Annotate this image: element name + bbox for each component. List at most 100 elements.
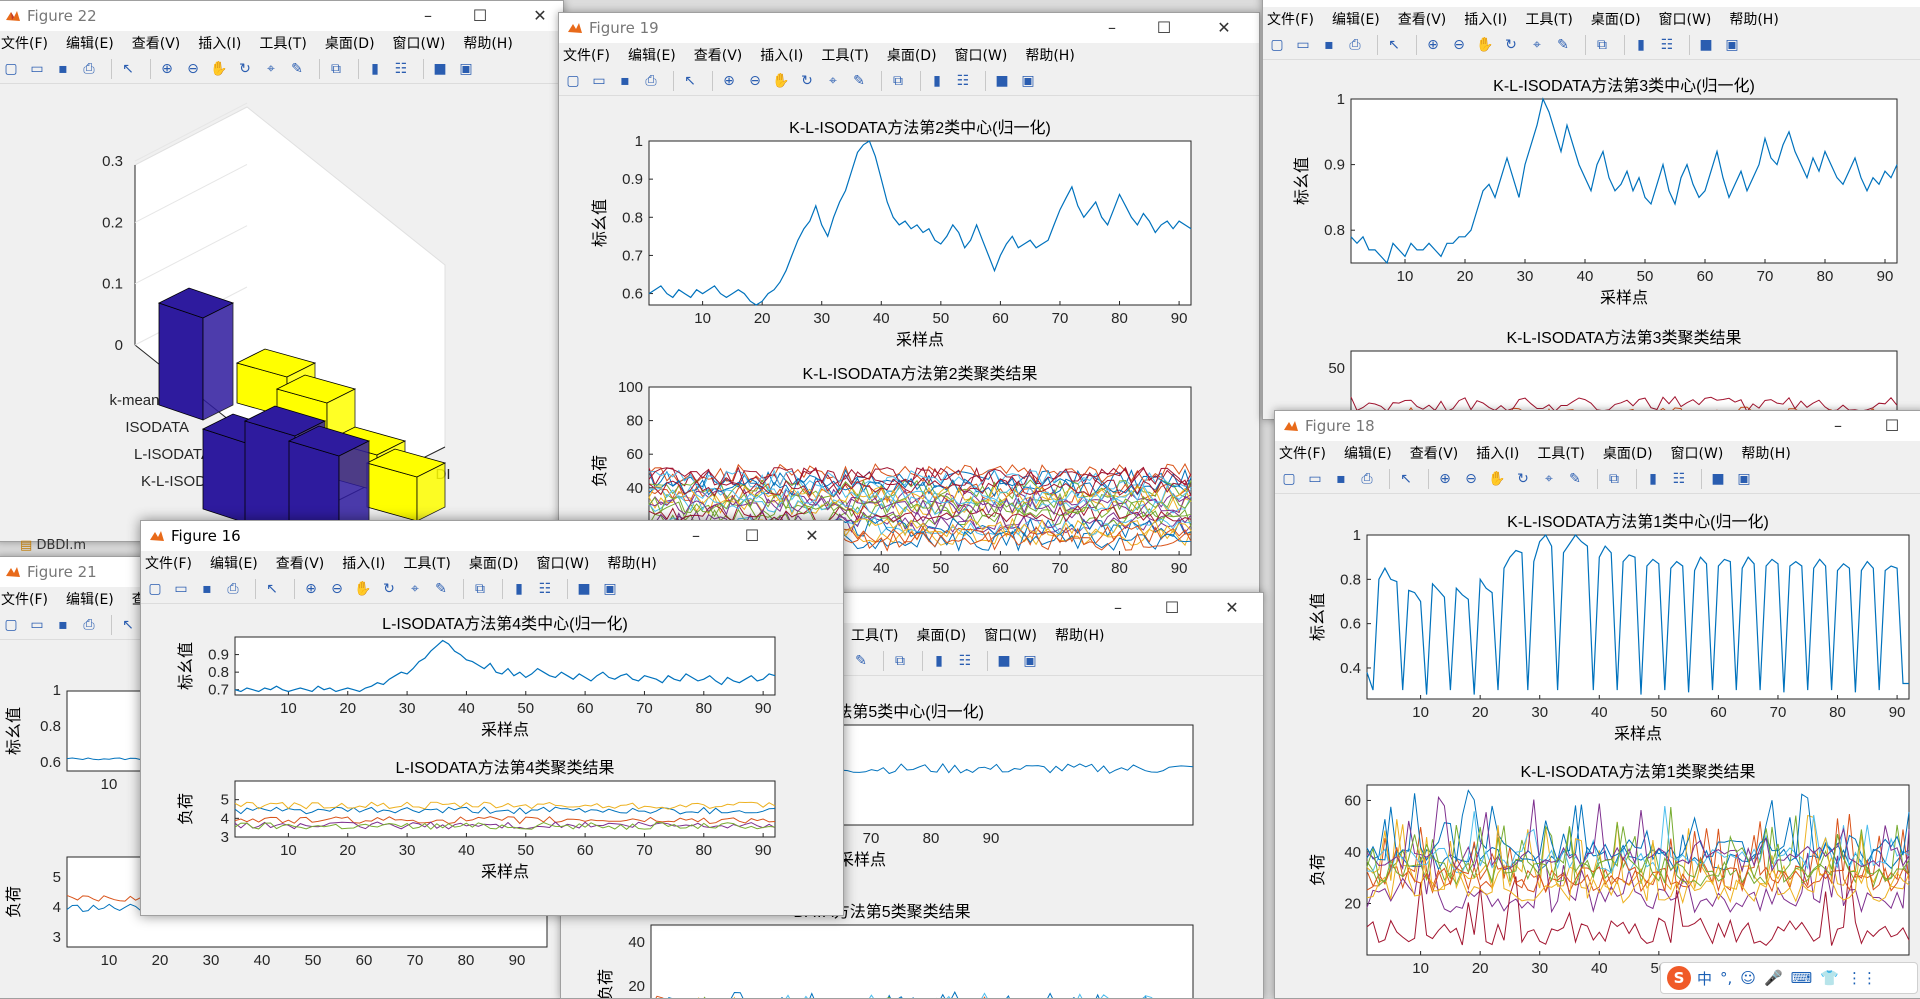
rotate-icon[interactable]: ↻ bbox=[1513, 469, 1533, 489]
menu-file[interactable]: 文件(F) bbox=[1, 33, 48, 53]
maximize-button[interactable]: ☐ bbox=[457, 1, 503, 31]
figure-16-titlebar[interactable]: Figure 16 – ☐ ✕ bbox=[141, 521, 843, 551]
save-icon[interactable]: ▪ bbox=[197, 579, 217, 599]
emoji-icon[interactable]: ☺ bbox=[1740, 969, 1756, 987]
maximize-button[interactable]: ☐ bbox=[1869, 411, 1915, 441]
keyboard-icon[interactable]: ⌨ bbox=[1791, 969, 1813, 987]
menu-edit[interactable]: 编辑(E) bbox=[1332, 9, 1380, 29]
save-icon[interactable]: ▪ bbox=[53, 615, 73, 635]
zoom-in-icon[interactable]: ⊕ bbox=[157, 59, 177, 79]
sogou-logo-icon[interactable]: S bbox=[1667, 966, 1691, 990]
menu-help[interactable]: 帮助(H) bbox=[1741, 443, 1790, 463]
new-file-icon[interactable]: ▢ bbox=[145, 579, 165, 599]
colorbar-icon[interactable]: ▮ bbox=[509, 579, 529, 599]
menu-view[interactable]: 查看(V) bbox=[1410, 443, 1459, 463]
link-icon[interactable]: ⧉ bbox=[470, 579, 490, 599]
menu-help[interactable]: 帮助(H) bbox=[1729, 9, 1778, 29]
pointer-icon[interactable]: ↖ bbox=[1384, 35, 1404, 55]
pan-icon[interactable]: ✋ bbox=[353, 579, 373, 599]
menu-insert[interactable]: 插入(I) bbox=[342, 553, 385, 573]
print-icon[interactable]: ⎙ bbox=[223, 579, 243, 599]
dock-icon[interactable]: ▣ bbox=[600, 579, 620, 599]
menu-help[interactable]: 帮助(H) bbox=[1025, 45, 1074, 65]
minimize-button[interactable]: – bbox=[1095, 593, 1141, 623]
new-file-icon[interactable]: ▢ bbox=[1267, 35, 1287, 55]
zoom-in-icon[interactable]: ⊕ bbox=[1423, 35, 1443, 55]
legend-icon[interactable]: ☷ bbox=[1669, 469, 1689, 489]
dock-icon[interactable]: ▣ bbox=[1722, 35, 1742, 55]
menu-desktop[interactable]: 桌面(D) bbox=[887, 45, 937, 65]
legend-icon[interactable]: ☷ bbox=[535, 579, 555, 599]
menu-help[interactable]: 帮助(H) bbox=[463, 33, 512, 53]
menu-file[interactable]: 文件(F) bbox=[1, 589, 48, 609]
brush-icon[interactable]: ✎ bbox=[431, 579, 451, 599]
brush-icon[interactable]: ✎ bbox=[287, 59, 307, 79]
hide-tools-icon[interactable]: ■ bbox=[1708, 469, 1728, 489]
menu-tools[interactable]: 工具(T) bbox=[1525, 9, 1572, 29]
dock-icon[interactable]: ▣ bbox=[1734, 469, 1754, 489]
microphone-icon[interactable]: 🎤 bbox=[1764, 969, 1783, 987]
open-icon[interactable]: ▭ bbox=[1293, 35, 1313, 55]
pointer-icon[interactable]: ↖ bbox=[118, 615, 138, 635]
figure-22-titlebar[interactable]: Figure 22 – ☐ ✕ bbox=[0, 1, 563, 31]
new-file-icon[interactable]: ▢ bbox=[563, 71, 583, 91]
menu-desktop[interactable]: 桌面(D) bbox=[1591, 9, 1641, 29]
colorbar-icon[interactable]: ▮ bbox=[1643, 469, 1663, 489]
menu-file[interactable]: 文件(F) bbox=[1279, 443, 1326, 463]
menu-window[interactable]: 窗口(W) bbox=[984, 625, 1037, 645]
minimize-button[interactable]: – bbox=[1815, 411, 1861, 441]
new-file-icon[interactable]: ▢ bbox=[1, 59, 21, 79]
print-icon[interactable]: ⎙ bbox=[641, 71, 661, 91]
zoom-out-icon[interactable]: ⊖ bbox=[1449, 35, 1469, 55]
pointer-icon[interactable]: ↖ bbox=[118, 59, 138, 79]
dock-icon[interactable]: ▣ bbox=[1020, 651, 1040, 671]
open-icon[interactable]: ▭ bbox=[171, 579, 191, 599]
open-icon[interactable]: ▭ bbox=[589, 71, 609, 91]
colorbar-icon[interactable]: ▮ bbox=[929, 651, 949, 671]
menu-insert[interactable]: 插入(I) bbox=[1476, 443, 1519, 463]
brush-icon[interactable]: ✎ bbox=[1553, 35, 1573, 55]
maximize-button[interactable]: ☐ bbox=[1141, 13, 1187, 43]
open-icon[interactable]: ▭ bbox=[1305, 469, 1325, 489]
save-icon[interactable]: ▪ bbox=[1331, 469, 1351, 489]
brush-icon[interactable]: ✎ bbox=[851, 651, 871, 671]
zoom-in-icon[interactable]: ⊕ bbox=[1435, 469, 1455, 489]
menu-desktop[interactable]: 桌面(D) bbox=[916, 625, 966, 645]
hide-tools-icon[interactable]: ■ bbox=[992, 71, 1012, 91]
zoom-in-icon[interactable]: ⊕ bbox=[719, 71, 739, 91]
menu-window[interactable]: 窗口(W) bbox=[537, 553, 590, 573]
save-icon[interactable]: ▪ bbox=[1319, 35, 1339, 55]
link-icon[interactable]: ⧉ bbox=[1604, 469, 1624, 489]
menu-view[interactable]: 查看(V) bbox=[694, 45, 743, 65]
datatip-icon[interactable]: ⌖ bbox=[823, 71, 843, 91]
hide-tools-icon[interactable]: ■ bbox=[574, 579, 594, 599]
menu-view[interactable]: 查看(V) bbox=[1398, 9, 1447, 29]
pointer-icon[interactable]: ↖ bbox=[262, 579, 282, 599]
menu-insert[interactable]: 插入(I) bbox=[198, 33, 241, 53]
zoom-out-icon[interactable]: ⊖ bbox=[1461, 469, 1481, 489]
link-icon[interactable]: ⧉ bbox=[888, 71, 908, 91]
colorbar-icon[interactable]: ▮ bbox=[927, 71, 947, 91]
menu-file[interactable]: 文件(F) bbox=[1267, 9, 1314, 29]
ime-chinese-toggle[interactable]: 中 bbox=[1697, 968, 1712, 989]
link-icon[interactable]: ⧉ bbox=[890, 651, 910, 671]
open-icon[interactable]: ▭ bbox=[27, 59, 47, 79]
datatip-icon[interactable]: ⌖ bbox=[261, 59, 281, 79]
menu-window[interactable]: 窗口(W) bbox=[1671, 443, 1724, 463]
menu-edit[interactable]: 编辑(E) bbox=[210, 553, 258, 573]
zoom-out-icon[interactable]: ⊖ bbox=[183, 59, 203, 79]
close-button[interactable]: ✕ bbox=[1201, 13, 1247, 43]
new-file-icon[interactable]: ▢ bbox=[1279, 469, 1299, 489]
menu-desktop[interactable]: 桌面(D) bbox=[1603, 443, 1653, 463]
figure-16-window[interactable]: Figure 16 – ☐ ✕ 文件(F) 编辑(E) 查看(V) 插入(I) … bbox=[140, 520, 844, 916]
menu-help[interactable]: 帮助(H) bbox=[1055, 625, 1104, 645]
print-icon[interactable]: ⎙ bbox=[1345, 35, 1365, 55]
rotate-icon[interactable]: ↻ bbox=[235, 59, 255, 79]
menu-window[interactable]: 窗口(W) bbox=[955, 45, 1008, 65]
menu-desktop[interactable]: 桌面(D) bbox=[469, 553, 519, 573]
new-file-icon[interactable]: ▢ bbox=[1, 615, 21, 635]
menu-view[interactable]: 查看(V) bbox=[132, 33, 181, 53]
pan-icon[interactable]: ✋ bbox=[1487, 469, 1507, 489]
brush-icon[interactable]: ✎ bbox=[849, 71, 869, 91]
dock-icon[interactable]: ▣ bbox=[456, 59, 476, 79]
